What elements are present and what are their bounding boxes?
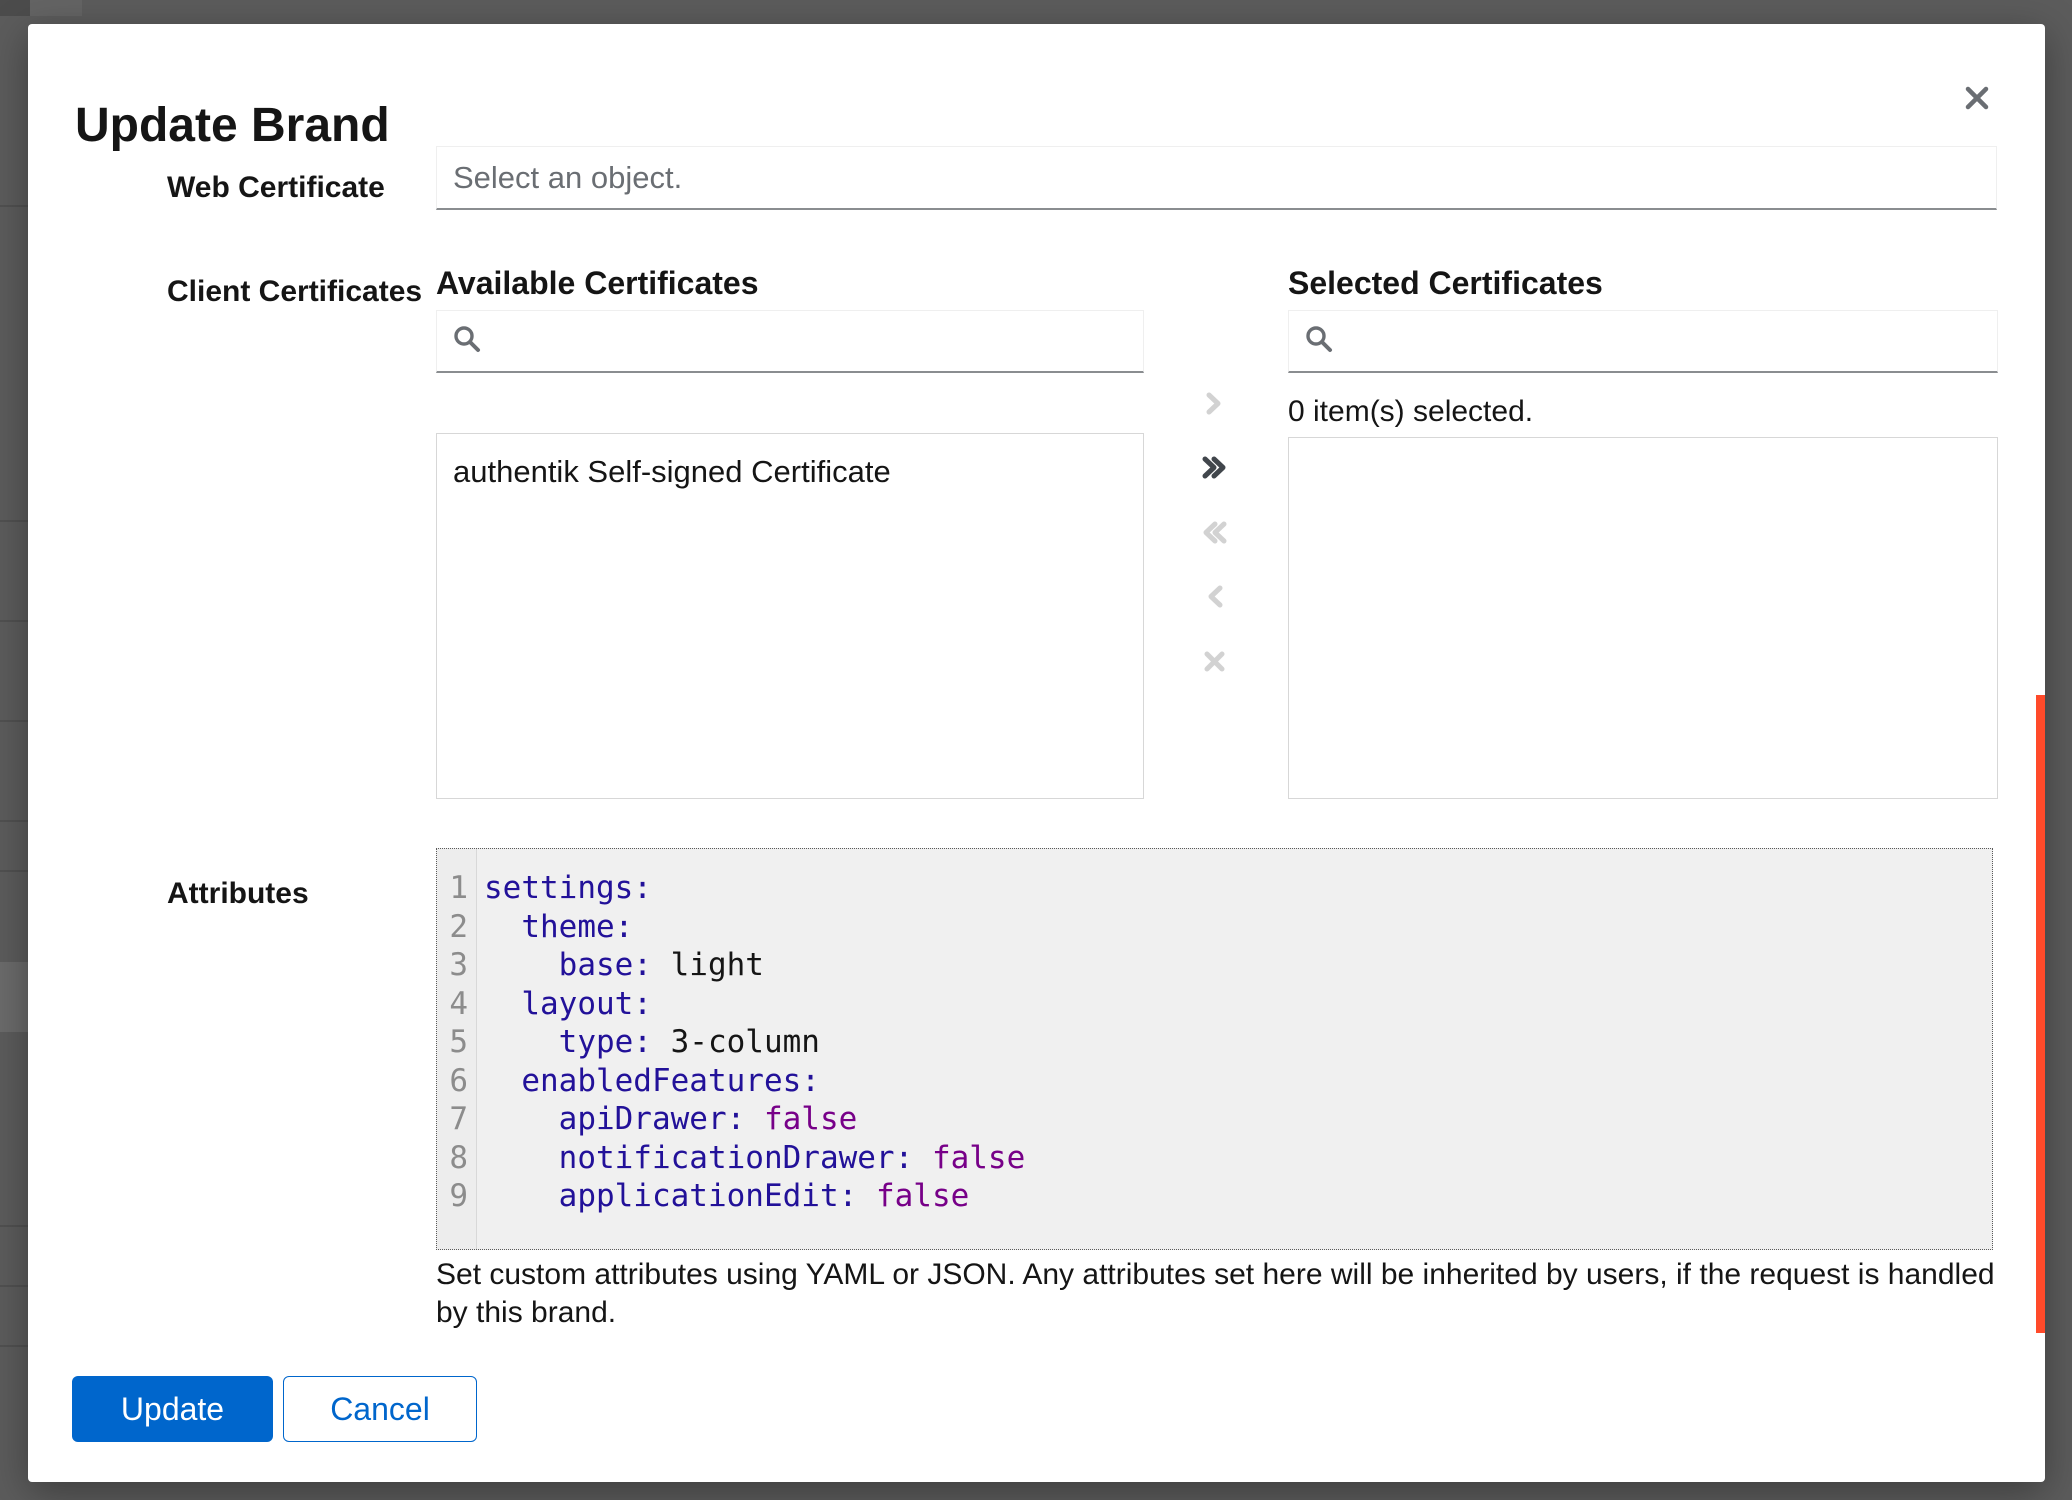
backdrop-seam — [0, 720, 28, 722]
backdrop-seam — [0, 1285, 28, 1287]
red-highlight-bar — [2036, 695, 2045, 1333]
line-number: 7 — [437, 1100, 476, 1139]
code-line: 7 apiDrawer: false — [437, 1100, 1992, 1139]
code-line: 2 theme: — [437, 908, 1992, 947]
search-icon — [1303, 323, 1335, 360]
modal-title: Update Brand — [75, 98, 390, 154]
available-certificates-heading: Available Certificates — [436, 264, 759, 302]
line-number: 1 — [437, 869, 476, 908]
angle-right-icon — [1199, 388, 1230, 419]
angle-double-left-icon — [1199, 517, 1230, 548]
attributes-code-editor[interactable]: 1settings:2 theme:3 base: light4 layout:… — [436, 848, 1993, 1250]
code-line: 4 layout: — [437, 985, 1992, 1024]
times-icon — [1199, 646, 1230, 677]
update-button[interactable]: Update — [72, 1376, 273, 1442]
client-certificates-label: Client Certificates — [167, 274, 422, 310]
line-number: 3 — [437, 946, 476, 985]
line-number: 4 — [437, 985, 476, 1024]
line-number: 9 — [437, 1177, 476, 1216]
attributes-help-text: Set custom attributes using YAML or JSON… — [436, 1256, 1996, 1332]
available-search-input[interactable] — [493, 322, 1129, 360]
move-selected-right-button[interactable] — [1190, 379, 1238, 427]
angle-left-icon — [1199, 581, 1230, 612]
line-number: 8 — [437, 1139, 476, 1178]
certificate-list-item[interactable]: authentik Self-signed Certificate — [437, 434, 1143, 510]
code-line: 8 notificationDrawer: false — [437, 1139, 1992, 1178]
line-number: 6 — [437, 1062, 476, 1101]
angle-double-right-icon — [1199, 452, 1230, 483]
code-lines: 1settings:2 theme:3 base: light4 layout:… — [437, 869, 1992, 1216]
close-button[interactable] — [1951, 73, 2003, 125]
selected-search-input[interactable] — [1345, 322, 1983, 360]
selected-count-status: 0 item(s) selected. — [1288, 394, 1533, 430]
move-selected-left-button[interactable] — [1190, 572, 1238, 620]
selected-certificates-heading: Selected Certificates — [1288, 264, 1603, 302]
backdrop-top-left-block — [0, 0, 82, 16]
attributes-label: Attributes — [167, 876, 309, 912]
close-icon — [1960, 81, 1994, 118]
web-certificate-select[interactable] — [436, 146, 1997, 210]
move-all-right-button[interactable] — [1190, 443, 1238, 491]
backdrop-seam — [0, 820, 28, 822]
code-line: 3 base: light — [437, 946, 1992, 985]
web-certificate-label: Web Certificate — [167, 170, 385, 206]
backdrop-seam — [0, 870, 28, 872]
line-number: 5 — [437, 1023, 476, 1062]
selected-search-box — [1288, 310, 1998, 373]
backdrop-seam — [0, 1345, 28, 1347]
available-certificates-list[interactable]: authentik Self-signed Certificate — [436, 433, 1144, 799]
selected-certificates-list[interactable] — [1288, 437, 1998, 799]
update-brand-modal: Update Brand Web Certificate Client Cert… — [28, 24, 2045, 1482]
search-icon — [451, 323, 483, 360]
available-search-box — [436, 310, 1144, 373]
backdrop-seam — [0, 620, 28, 622]
code-line: 6 enabledFeatures: — [437, 1062, 1992, 1101]
line-number: 2 — [437, 908, 476, 947]
backdrop-sidebar-row-highlight — [0, 962, 28, 1032]
backdrop-corner-block — [0, 0, 30, 16]
move-all-left-button[interactable] — [1190, 508, 1238, 556]
backdrop-seam — [0, 520, 28, 522]
backdrop-seam — [0, 205, 28, 207]
code-line: 1settings: — [437, 869, 1992, 908]
code-line: 9 applicationEdit: false — [437, 1177, 1992, 1216]
clear-selected-button[interactable] — [1190, 637, 1238, 685]
cancel-button[interactable]: Cancel — [283, 1376, 477, 1442]
backdrop-seam — [0, 1225, 28, 1227]
code-line: 5 type: 3-column — [437, 1023, 1992, 1062]
